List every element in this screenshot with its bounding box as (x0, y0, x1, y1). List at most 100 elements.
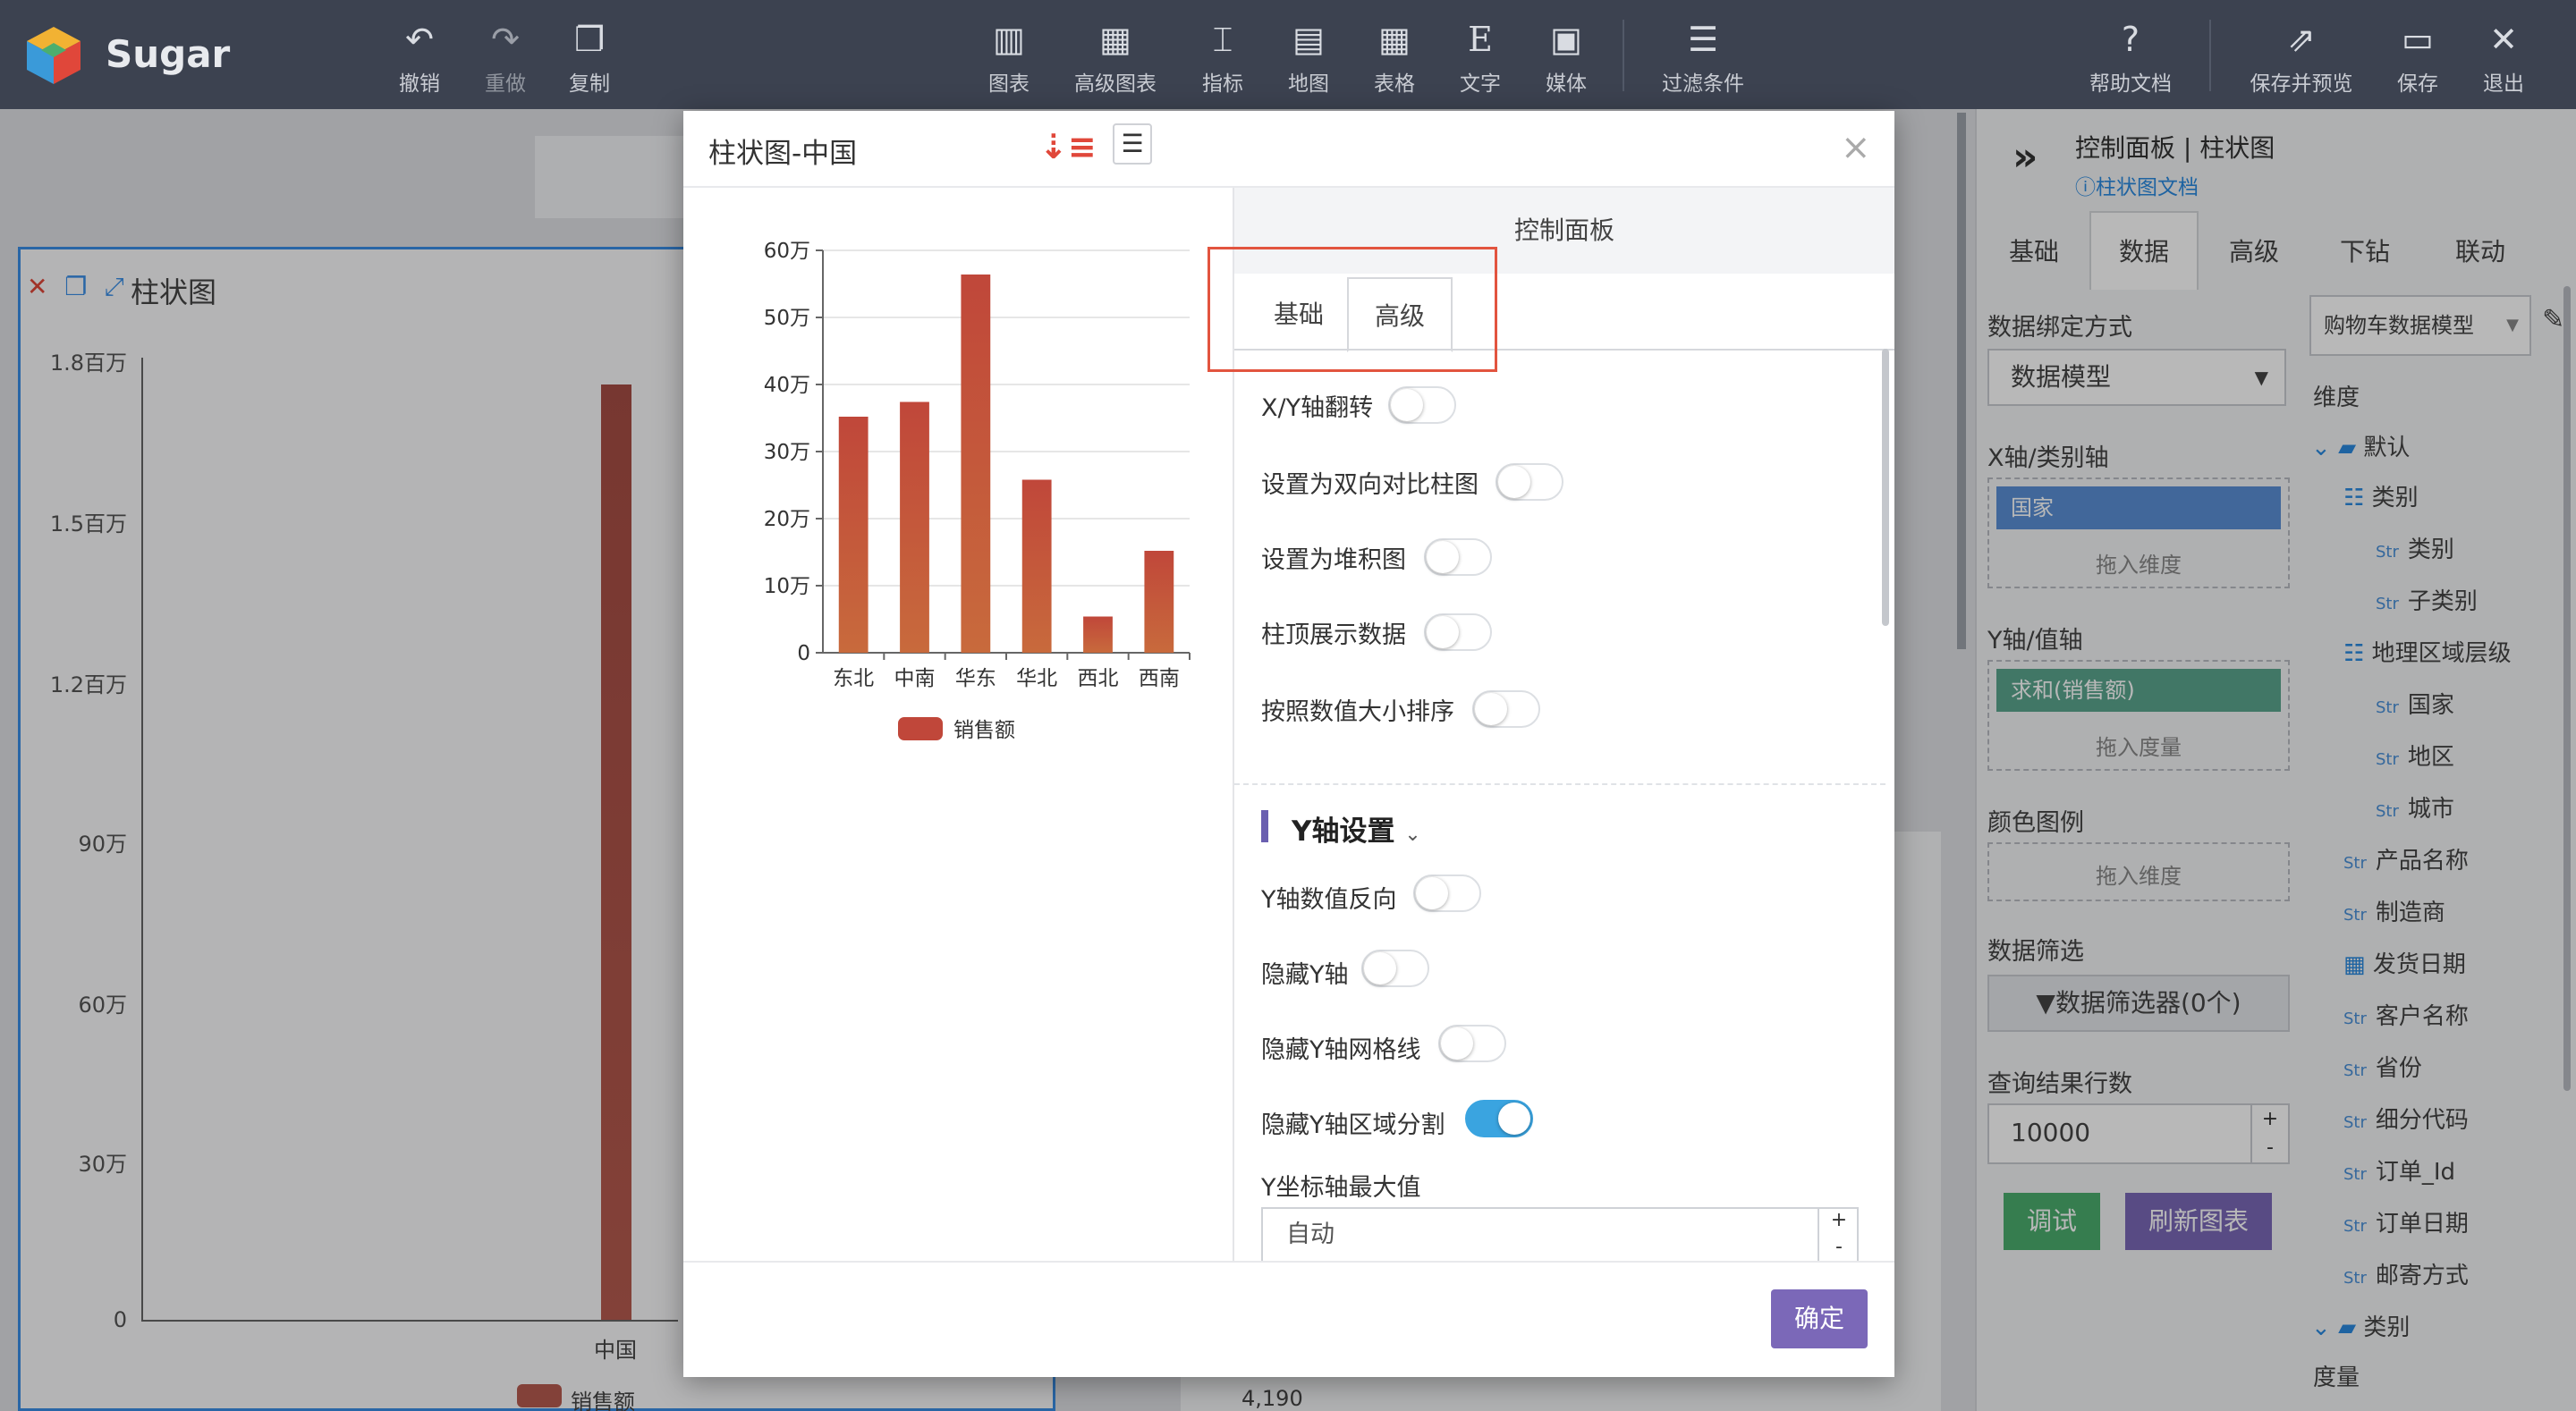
media-button[interactable]: ▣ 媒体 (1537, 18, 1596, 96)
media-label: 媒体 (1546, 72, 1587, 96)
y-reverse-toggle[interactable] (1413, 874, 1481, 912)
question-icon: ? (2121, 20, 2140, 59)
metric-label: 指标 (1202, 72, 1243, 96)
undo-label: 撤销 (399, 72, 440, 96)
filter-button[interactable]: ☰ 过滤条件 (1657, 18, 1750, 96)
save-preview-label: 保存并预览 (2250, 72, 2353, 96)
x-tick-label: 东北 (833, 667, 874, 690)
x-tick-label: 西北 (1078, 667, 1119, 690)
toolbar-divider (1623, 20, 1624, 91)
map-button[interactable]: ▤ 地图 (1279, 18, 1338, 96)
opt-hide-y-axis-label: 隐藏Y轴 (1261, 961, 1349, 989)
flip-xy-toggle[interactable] (1388, 386, 1456, 424)
chart-label: 图表 (988, 72, 1030, 96)
bar[interactable] (838, 417, 869, 653)
modal-header (683, 111, 1894, 188)
y-max-input[interactable]: 自动 (1261, 1207, 1859, 1263)
y-tick-label: 50万 (764, 307, 810, 330)
y-tick-label: 0 (797, 642, 810, 665)
y-max-label: Y坐标轴最大值 (1261, 1174, 1421, 1202)
redo-button[interactable]: ↷ 重做 (476, 18, 535, 96)
modal-close-icon[interactable]: × (1841, 127, 1871, 168)
text-icon: E (1468, 20, 1493, 59)
modal-footer-divider (683, 1261, 1894, 1263)
show-top-data-toggle[interactable] (1424, 613, 1492, 651)
sugar-logo-icon (27, 27, 80, 84)
sort-desc-icon[interactable]: ⇣≡ (1039, 127, 1097, 166)
bar[interactable] (1144, 551, 1174, 653)
bar[interactable] (1021, 479, 1052, 654)
advanced-chart-label: 高级图表 (1074, 72, 1157, 96)
control-scrollbar[interactable] (1882, 349, 1889, 626)
bar[interactable] (961, 275, 991, 653)
section-accent-bar (1261, 810, 1268, 842)
sort-by-value-toggle[interactable] (1472, 690, 1540, 728)
save-label: 保存 (2397, 72, 2438, 96)
chart-button[interactable]: ▥ 图表 (977, 18, 1041, 96)
grid-icon: ▦ (1099, 20, 1131, 59)
y-tick-label: 20万 (764, 508, 810, 531)
close-icon: ✕ (2489, 20, 2518, 59)
opt-flip-xy-label: X/Y轴翻转 (1261, 394, 1374, 422)
opt-hide-split-area-label: 隐藏Y轴区域分割 (1261, 1111, 1445, 1139)
hide-split-area-toggle[interactable] (1465, 1100, 1533, 1137)
y-tick-label: 10万 (764, 575, 810, 598)
copy-icon: ❐ (573, 20, 606, 59)
highlight-box (1208, 247, 1497, 372)
advanced-chart-button[interactable]: ▦ 高级图表 (1066, 18, 1165, 96)
exit-button[interactable]: ✕ 退出 (2474, 18, 2533, 96)
brand-name: Sugar (106, 32, 231, 76)
x-tick-label: 华东 (955, 667, 996, 690)
menu-icon[interactable]: ☰ (1113, 123, 1152, 165)
copy-button[interactable]: ❐ 复制 (560, 18, 619, 96)
metric-icon: ⌶ (1212, 20, 1233, 59)
x-tick-label: 中南 (894, 667, 936, 690)
x-tick-label: 西南 (1139, 667, 1180, 690)
filter-label: 过滤条件 (1662, 72, 1744, 96)
redo-icon: ↷ (491, 20, 520, 59)
y-tick-label: 40万 (764, 374, 810, 397)
opt-stacked-label: 设置为堆积图 (1261, 546, 1406, 574)
opt-hide-y-grid-label: 隐藏Y轴网格线 (1261, 1036, 1421, 1064)
modal-title: 柱状图-中国 (708, 138, 858, 170)
undo-icon: ↶ (405, 20, 434, 59)
opt-bidirectional-label: 设置为双向对比柱图 (1261, 471, 1479, 499)
confirm-button[interactable]: 确定 (1771, 1289, 1868, 1348)
section-divider (1234, 783, 1885, 785)
toolbar-divider (2209, 20, 2211, 91)
save-preview-button[interactable]: ⇗ 保存并预览 (2243, 18, 2360, 96)
exit-label: 退出 (2483, 72, 2524, 96)
bar[interactable] (1083, 616, 1113, 654)
copy-label: 复制 (569, 72, 610, 96)
hide-y-grid-toggle[interactable] (1438, 1025, 1506, 1062)
map-label: 地图 (1288, 72, 1329, 96)
bar[interactable] (900, 401, 929, 654)
hide-y-axis-toggle[interactable] (1361, 950, 1429, 987)
opt-show-top-data-label: 柱顶展示数据 (1261, 621, 1406, 649)
table-icon: ▦ (1378, 20, 1411, 59)
x-tick-label: 华北 (1016, 667, 1057, 690)
text-button[interactable]: E 文字 (1451, 18, 1510, 96)
stacked-toggle[interactable] (1424, 538, 1492, 576)
image-icon: ▣ (1550, 20, 1582, 59)
text-label: 文字 (1460, 72, 1501, 96)
table-button[interactable]: ▦ 表格 (1365, 18, 1424, 96)
y-max-stepper[interactable]: + - (1818, 1207, 1859, 1263)
opt-y-reverse-label: Y轴数值反向 (1261, 886, 1397, 914)
list-icon: ☰ (1687, 20, 1719, 59)
bar-chart-icon: ▥ (993, 20, 1025, 59)
undo-button[interactable]: ↶ 撤销 (390, 18, 449, 96)
bidirectional-toggle[interactable] (1496, 463, 1563, 501)
y-axis-section[interactable]: Y轴设置 ⌄ (1292, 808, 1421, 849)
map-icon: ▤ (1292, 20, 1325, 59)
help-button[interactable]: ? 帮助文档 (2084, 18, 2177, 96)
metric-button[interactable]: ⌶ 指标 (1193, 18, 1252, 96)
modal-bar-chart: 0 10万 20万 30万 40万 50万 60万东北 中南 华东 华北 西北 西南销售额 (764, 240, 1191, 742)
save-button[interactable]: ▭ 保存 (2388, 18, 2447, 96)
floppy-icon: ▭ (2402, 20, 2434, 59)
y-axis-section-title: Y轴设置 (1292, 815, 1395, 848)
y-tick-label: 60万 (764, 240, 810, 263)
legend-label: 销售额 (953, 719, 1015, 742)
table-label: 表格 (1374, 72, 1415, 96)
external-link-icon: ⇗ (2287, 20, 2316, 59)
